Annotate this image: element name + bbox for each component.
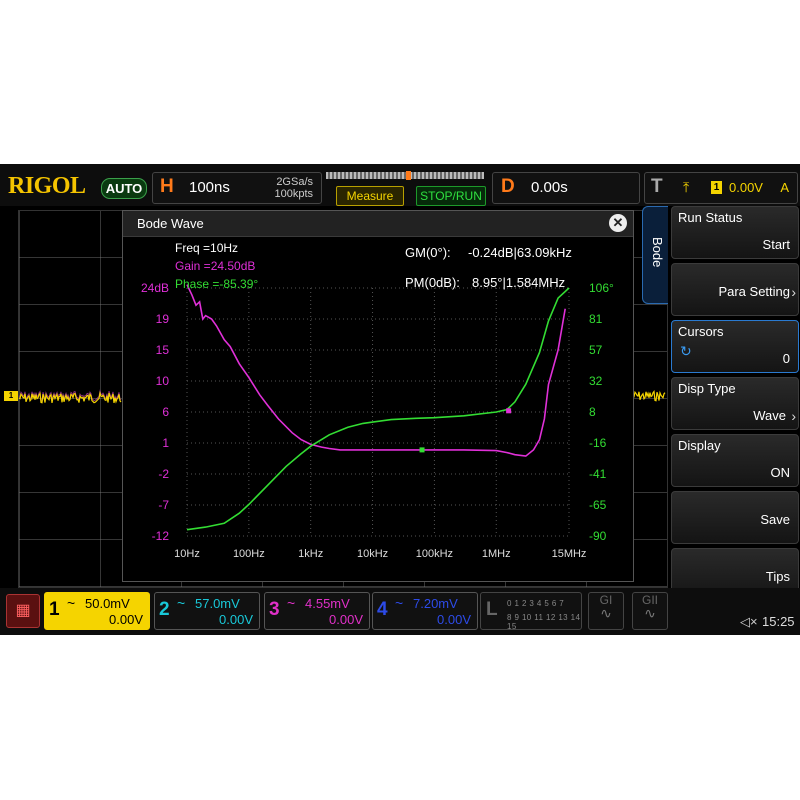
channel1-noise-trace-right <box>632 389 666 402</box>
menu-disp-type[interactable]: Disp Type Wave › <box>671 377 799 430</box>
ac-coupling-icon: ~ <box>395 595 404 611</box>
frequency-tick-label: 10kHz <box>357 548 388 560</box>
generator1-button[interactable]: GI ∿ <box>588 592 624 630</box>
menu-item-title: Cursors <box>678 324 724 339</box>
bode-plot: 24dB 19 15 10 6 1 -2 -7 -12 106° 81 57 32 8 -16 -41 -65… <box>123 237 633 581</box>
phase-tick-label: 81 <box>589 312 603 326</box>
channel-scale: 50.0mV <box>85 596 130 611</box>
gain-series-line <box>186 284 566 457</box>
menu-item-title: Display <box>678 438 721 453</box>
phase-tick-label: -16 <box>589 436 607 450</box>
system-clock: 15:25 <box>762 614 795 629</box>
phase-tick-label: 57 <box>589 343 603 357</box>
close-icon[interactable]: ✕ <box>609 214 627 232</box>
logic-channels-row1: 0 1 2 3 4 5 6 7 <box>507 599 565 608</box>
gain-tick-label: 1 <box>162 436 169 450</box>
gain-tick-label: 15 <box>156 343 170 357</box>
menu-tab-bode[interactable]: Bode <box>642 206 671 304</box>
scope-screen: RIGOL AUTO H 100ns 2GSa/s 100kpts Measur… <box>0 164 800 635</box>
menu-item-value: 0 <box>782 351 790 366</box>
bode-title-bar[interactable]: Bode Wave ✕ <box>123 211 633 237</box>
logic-analyzer-box[interactable]: L 0 1 2 3 4 5 6 7 8 9 10 11 12 13 14 15 <box>480 592 582 631</box>
side-menu: Run Status Start Para Setting › Cursors … <box>668 206 800 604</box>
ac-coupling-icon: ~ <box>287 595 296 611</box>
frequency-tick-label: 100Hz <box>233 548 265 560</box>
menu-tab-label: Bode <box>650 237 665 268</box>
phase-tick-label: -41 <box>589 467 607 481</box>
bode-title: Bode Wave <box>137 216 204 231</box>
menu-item-value: Tips <box>765 569 790 584</box>
freq-readout: Freq =10Hz <box>175 241 239 255</box>
gain-margin-marker <box>419 447 425 453</box>
ac-coupling-icon: ~ <box>177 595 186 611</box>
menu-item-title: Run Status <box>678 210 743 225</box>
gain-margin-value: -0.24dB|63.09kHz <box>468 245 572 260</box>
frequency-tick-label: 1MHz <box>482 548 511 560</box>
channel1-box[interactable]: 1 ~ 50.0mV 0.00V <box>44 592 150 630</box>
logic-channels-row2: 8 9 10 11 12 13 14 15 <box>507 613 581 631</box>
menu-display[interactable]: Display ON <box>671 434 799 487</box>
phase-margin-label: PM(0dB): <box>405 275 460 290</box>
phase-tick-label: 8 <box>589 405 596 419</box>
menu-save[interactable]: Save <box>671 491 799 544</box>
home-menu-icon[interactable]: ▦ <box>6 594 40 628</box>
gain-tick-label: -2 <box>158 467 169 481</box>
logic-label: L <box>486 599 498 620</box>
channel3-box[interactable]: 3 ~ 4.55mV 0.00V <box>264 592 370 630</box>
menu-cursors[interactable]: Cursors ↻ 0 <box>671 320 799 373</box>
menu-item-value: Wave <box>753 408 786 423</box>
frequency-tick-label: 100kHz <box>416 548 453 560</box>
gain-margin-label: GM(0°): <box>405 245 451 260</box>
menu-item-value: Para Setting <box>718 284 790 299</box>
channel4-box[interactable]: 4 ~ 7.20mV 0.00V <box>372 592 478 630</box>
gain-tick-label: 24dB <box>141 281 169 295</box>
phase-tick-label: 32 <box>589 374 603 388</box>
channel-number: 1 <box>49 599 60 620</box>
rotate-knob-icon: ↻ <box>680 343 692 359</box>
generator2-button[interactable]: GII ∿ <box>632 592 668 630</box>
phase-margin-value: 8.95°|1.584MHz <box>472 275 566 290</box>
gain-tick-label: -12 <box>152 529 170 543</box>
phase-tick-label: 106° <box>589 281 614 295</box>
menu-para-setting[interactable]: Para Setting › <box>671 263 799 316</box>
channel1-offset-marker[interactable]: 1 <box>4 391 18 401</box>
channel2-box[interactable]: 2 ~ 57.0mV 0.00V <box>154 592 260 630</box>
bode-wave-window: Bode Wave ✕ 24dB 19 15 10 6 1 -2 -7 -12 106° 81 57… <box>122 210 634 582</box>
channel-offset: 0.00V <box>219 612 253 627</box>
channel-offset: 0.00V <box>437 612 471 627</box>
gain-readout: Gain =24.50dB <box>175 259 256 273</box>
channel-number: 2 <box>159 599 170 620</box>
channel-offset: 0.00V <box>329 612 363 627</box>
frequency-tick-label: 10Hz <box>174 548 200 560</box>
ac-coupling-icon: ~ <box>67 595 76 611</box>
channel-number: 3 <box>269 599 280 620</box>
bottom-channel-bar: ▦ 1 ~ 50.0mV 0.00V 2 ~ 57.0mV 0.00V 3 ~ … <box>0 588 800 635</box>
frequency-tick-label: 1kHz <box>298 548 323 560</box>
sine-wave-icon: ∿ <box>600 605 612 621</box>
gain-tick-label: 6 <box>162 405 169 419</box>
chevron-right-icon: › <box>791 284 796 300</box>
channel-scale: 57.0mV <box>195 596 240 611</box>
frequency-tick-label: 15MHz <box>552 548 587 560</box>
menu-item-value: Start <box>762 237 790 252</box>
gain-tick-label: 19 <box>156 312 170 326</box>
phase-tick-label: -65 <box>589 498 607 512</box>
phase-readout: Phase =-85.39° <box>175 277 259 291</box>
phase-tick-label: -90 <box>589 529 607 543</box>
channel-scale: 7.20mV <box>413 596 458 611</box>
menu-item-value: ON <box>770 465 791 480</box>
channel-number: 4 <box>377 599 388 620</box>
chevron-right-icon: › <box>791 408 796 424</box>
channel-offset: 0.00V <box>109 612 143 627</box>
menu-item-value: Save <box>760 512 790 527</box>
menu-item-title: Disp Type <box>678 381 736 396</box>
sine-wave-icon: ∿ <box>644 605 656 621</box>
channel-scale: 4.55mV <box>305 596 350 611</box>
phase-margin-marker <box>506 408 512 414</box>
speaker-muted-icon[interactable]: ◁× <box>740 614 758 630</box>
gain-tick-label: -7 <box>158 498 169 512</box>
gain-tick-label: 10 <box>156 374 170 388</box>
phase-series-line <box>186 287 570 531</box>
menu-run-status[interactable]: Run Status Start <box>671 206 799 259</box>
